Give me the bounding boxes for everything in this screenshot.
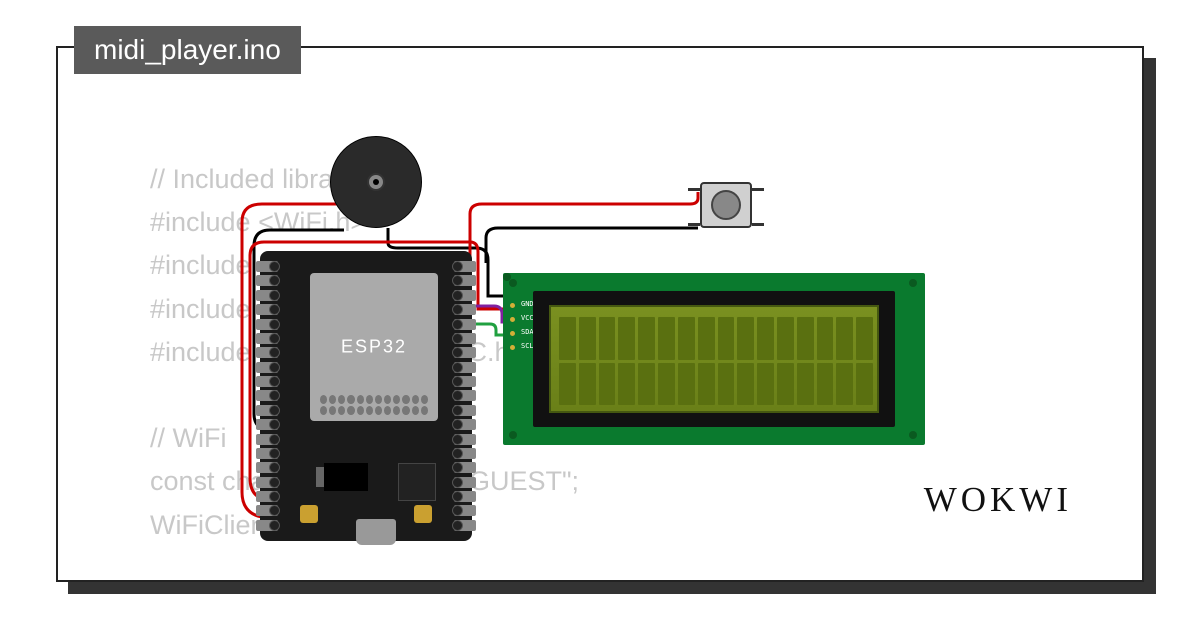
lcd-pin-sda: SDA bbox=[521, 328, 534, 336]
mcu-label: ESP32 bbox=[341, 337, 407, 358]
push-button-component bbox=[690, 178, 762, 232]
circuit-diagram: GND VCC SDA SCL ESP32 bbox=[238, 148, 958, 548]
lcd-component: GND VCC SDA SCL bbox=[503, 273, 925, 445]
project-card: // Included libraries #include <WiFi.h> … bbox=[56, 46, 1144, 582]
esp32-shield: ESP32 bbox=[310, 273, 438, 421]
buzzer-icon bbox=[367, 173, 385, 191]
lcd-pin-gnd: GND bbox=[521, 300, 534, 308]
usb-port-icon bbox=[356, 519, 396, 545]
wokwi-logo: WOKWI bbox=[924, 480, 1072, 520]
esp32-reset-button bbox=[414, 505, 432, 523]
esp32-component: ESP32 bbox=[250, 241, 482, 551]
button-cap-icon bbox=[711, 190, 741, 220]
lcd-pin-scl: SCL bbox=[521, 342, 534, 350]
lcd-screen bbox=[549, 305, 879, 413]
filename-tab: midi_player.ino bbox=[74, 26, 301, 74]
buzzer-component bbox=[330, 136, 422, 228]
esp32-boot-button bbox=[300, 505, 318, 523]
lcd-pin-vcc: VCC bbox=[521, 314, 534, 322]
